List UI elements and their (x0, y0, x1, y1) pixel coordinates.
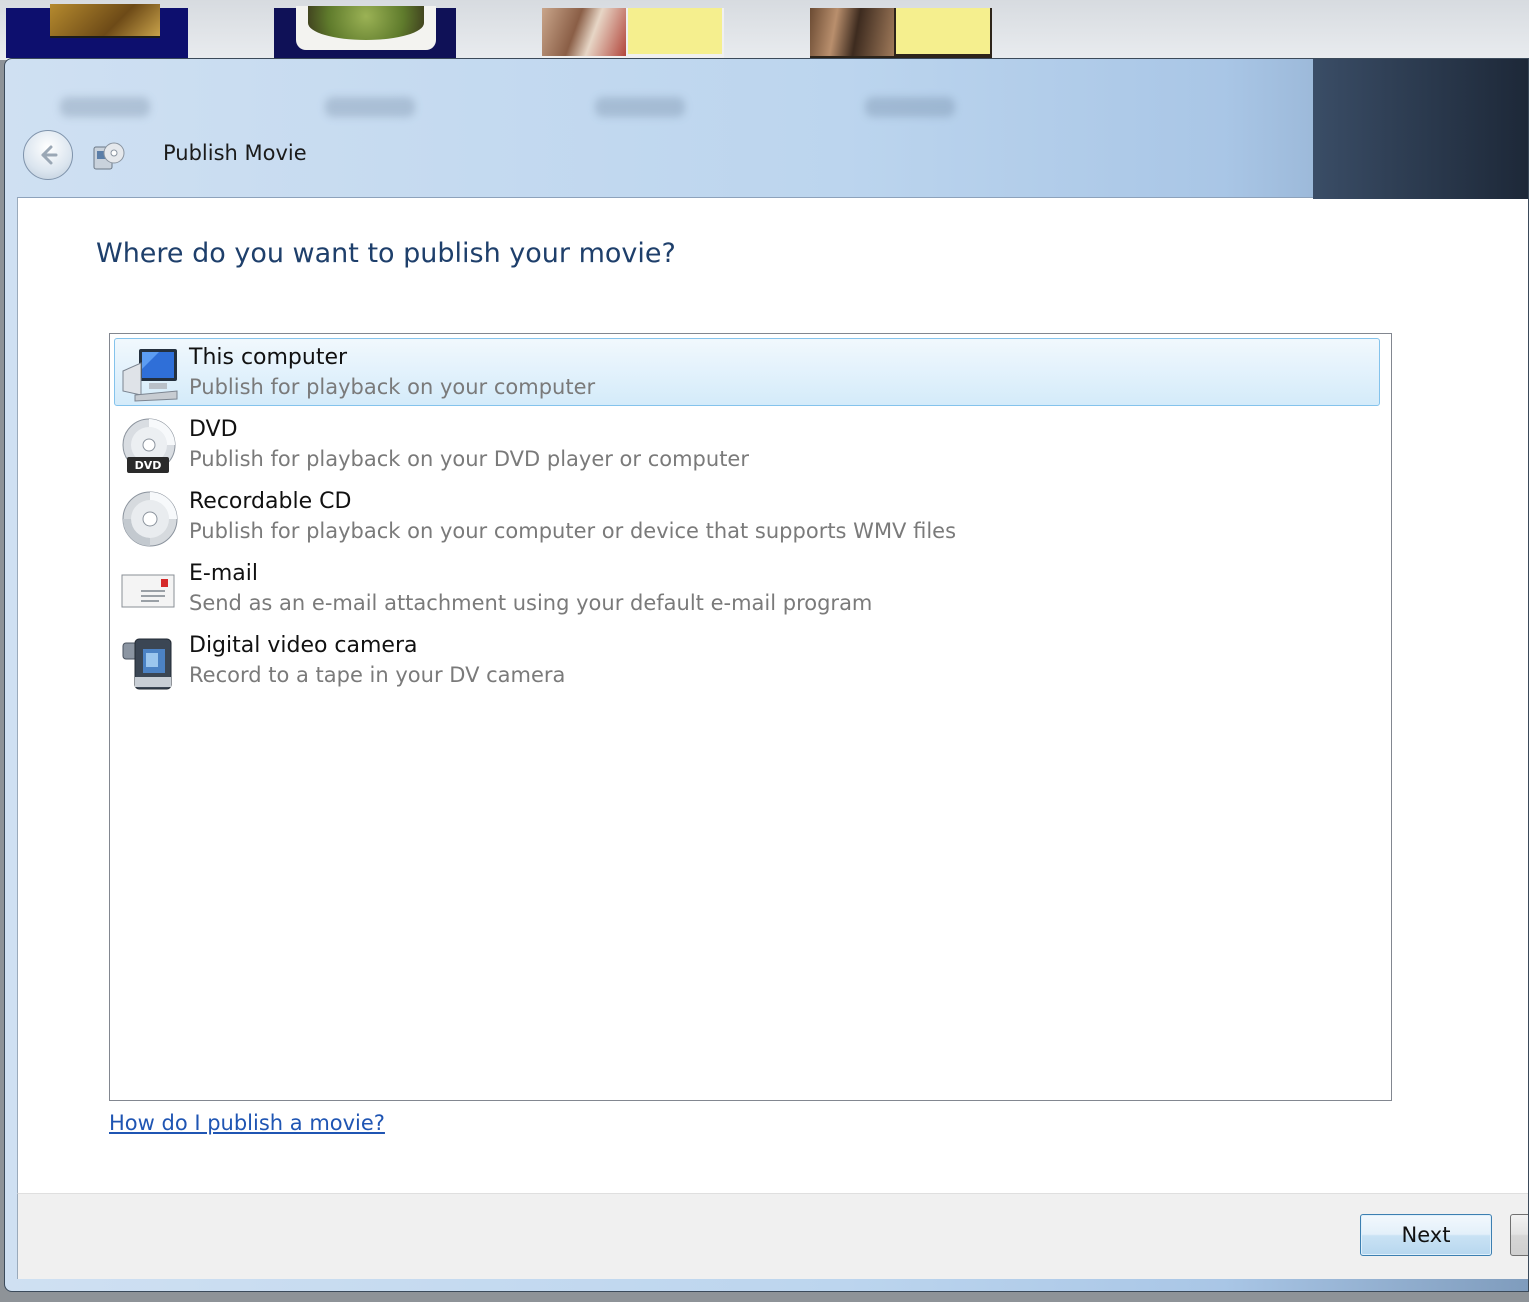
help-link[interactable]: How do I publish a movie? (109, 1111, 385, 1135)
option-email[interactable]: E-mail Send as an e-mail attachment usin… (114, 554, 1380, 622)
cd-icon (122, 491, 178, 547)
option-description: Send as an e-mail attachment using your … (189, 591, 873, 615)
storyboard-strip (0, 0, 1529, 60)
option-dvd[interactable]: DVD DVD Publish for playback on your DVD… (114, 410, 1380, 478)
dvd-icon: DVD (122, 418, 176, 473)
svg-text:DVD: DVD (135, 459, 162, 472)
computer-icon (122, 349, 178, 402)
storyboard-thumbnail[interactable] (6, 4, 188, 58)
option-title: E-mail (189, 561, 258, 586)
option-digital-video-camera[interactable]: Digital video camera Record to a tape in… (114, 626, 1380, 694)
option-title: Digital video camera (189, 633, 418, 658)
back-button[interactable] (23, 130, 73, 180)
option-title: Recordable CD (189, 489, 352, 514)
dialog-header: Publish Movie (5, 121, 805, 189)
publish-movie-icon (93, 142, 125, 170)
option-description: Publish for playback on your DVD player … (189, 447, 749, 471)
option-recordable-cd[interactable]: Recordable CD Publish for playback on yo… (114, 482, 1380, 550)
option-description: Record to a tape in your DV camera (189, 663, 566, 687)
option-description: Publish for playback on your computer (189, 375, 596, 399)
publish-movie-dialog: Publish Movie Where do you want to publi… (4, 58, 1529, 1292)
cancel-button[interactable] (1510, 1214, 1528, 1256)
video-camera-icon (122, 638, 172, 690)
dialog-footer: Next (17, 1193, 1528, 1279)
back-arrow-icon (41, 145, 58, 165)
email-icon (121, 574, 175, 608)
page-heading: Where do you want to publish your movie? (96, 238, 676, 269)
content-area: Where do you want to publish your movie?… (17, 197, 1528, 1193)
option-title: DVD (189, 417, 238, 442)
option-title: This computer (189, 345, 348, 370)
window-title: Publish Movie (163, 141, 307, 165)
option-this-computer[interactable]: This computer Publish for playback on yo… (114, 338, 1380, 406)
option-description: Publish for playback on your computer or… (189, 519, 957, 543)
publish-destination-list: This computer Publish for playback on yo… (109, 333, 1392, 1101)
storyboard-thumbnail[interactable] (542, 8, 724, 58)
storyboard-thumbnail[interactable] (274, 6, 456, 58)
storyboard-thumbnail[interactable] (810, 8, 992, 58)
next-button[interactable]: Next (1360, 1214, 1492, 1256)
